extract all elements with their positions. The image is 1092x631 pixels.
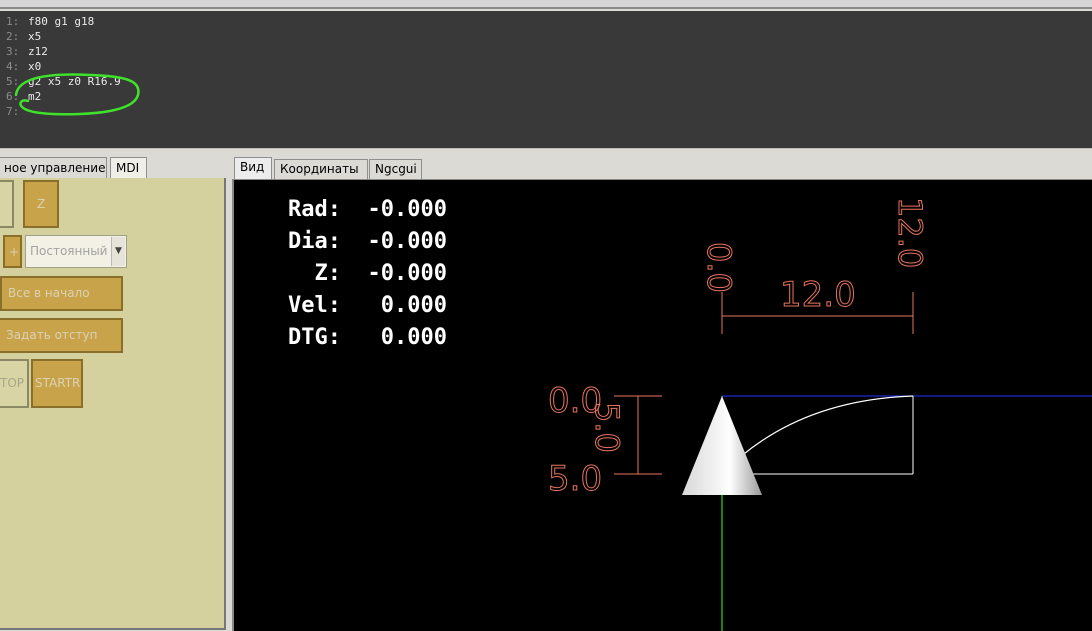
line-number: 3: [6, 45, 20, 58]
home-all-button[interactable]: Все в начало [0, 276, 123, 311]
tool-cone [682, 396, 762, 495]
line-text[interactable]: x5 [28, 29, 41, 44]
z-length-label: 12.0 [780, 275, 856, 315]
code-line: 7: [0, 104, 1092, 119]
code-line: 4: x0 [0, 59, 1092, 74]
tab-mdi[interactable]: MDI [110, 157, 147, 178]
line-text[interactable]: f80 g1 g18 [28, 14, 94, 29]
z-start-label: 0.0 [700, 242, 738, 293]
code-line: 1: f80 g1 g18 [0, 14, 1092, 29]
preview-canvas: 0.0 12.0 12.0 0.0 5.0 5.0 [548, 197, 1092, 631]
tab-ngcgui[interactable]: Ngcgui [369, 159, 422, 179]
line-number: 6: [6, 90, 20, 103]
tab-view[interactable]: Вид [234, 157, 272, 179]
toolpath [721, 395, 914, 475]
tab-manual-control[interactable]: ное управление [0, 157, 107, 178]
tab-coordinates[interactable]: Координаты [274, 159, 368, 179]
view-tab-bar: Вид Координаты Ngcgui [230, 157, 1092, 179]
axis-x-radio[interactable] [0, 180, 14, 228]
jog-plus-button[interactable]: + [3, 235, 22, 268]
chevron-down-icon[interactable]: ▼ [111, 237, 125, 266]
line-number: 2: [6, 30, 20, 43]
line-text[interactable]: g2 x5 z0 R16.9 [28, 74, 121, 89]
x-length-label: 5.0 [588, 402, 626, 453]
line-number: 5: [6, 75, 20, 88]
line-number: 1: [6, 15, 20, 28]
code-line: 3: z12 [0, 44, 1092, 59]
jog-mode-value: Постоянный [30, 244, 108, 258]
app-window: 1: f80 g1 g18 2: x5 3: z12 4: x0 5: g2 x5 z0 … [0, 0, 1092, 631]
code-line: 5: g2 x5 z0 R16.9 [0, 74, 1092, 89]
axis-z-button[interactable]: Z [23, 180, 59, 228]
left-tab-bar: ное управление MDI [0, 157, 228, 178]
line-text[interactable]: z12 [28, 44, 48, 59]
pane-separator[interactable] [0, 148, 1092, 155]
z-end-label: 12.0 [891, 197, 929, 268]
line-number: 4: [6, 60, 20, 73]
line-text[interactable]: x0 [28, 59, 41, 74]
line-number: 7: [6, 105, 20, 118]
stop-button[interactable]: TOP [0, 359, 29, 408]
toolpath-preview[interactable]: Rad: -0.000 Dia: -0.000 Z: -0.000 Vel: 0… [232, 179, 1092, 631]
line-text[interactable]: m2 [28, 89, 41, 104]
x-end-label: 5.0 [548, 459, 602, 499]
code-line: 6: m2 [0, 89, 1092, 104]
top-strip [0, 0, 1092, 9]
code-line: 2: x5 [0, 29, 1092, 44]
start-button[interactable]: STARTR [31, 359, 83, 408]
set-offset-button[interactable]: Задать отступ [0, 318, 123, 353]
jog-mode-select[interactable]: Постоянный ▼ [25, 235, 127, 268]
gcode-editor[interactable]: 1: f80 g1 g18 2: x5 3: z12 4: x0 5: g2 x5 z0 … [0, 11, 1092, 148]
